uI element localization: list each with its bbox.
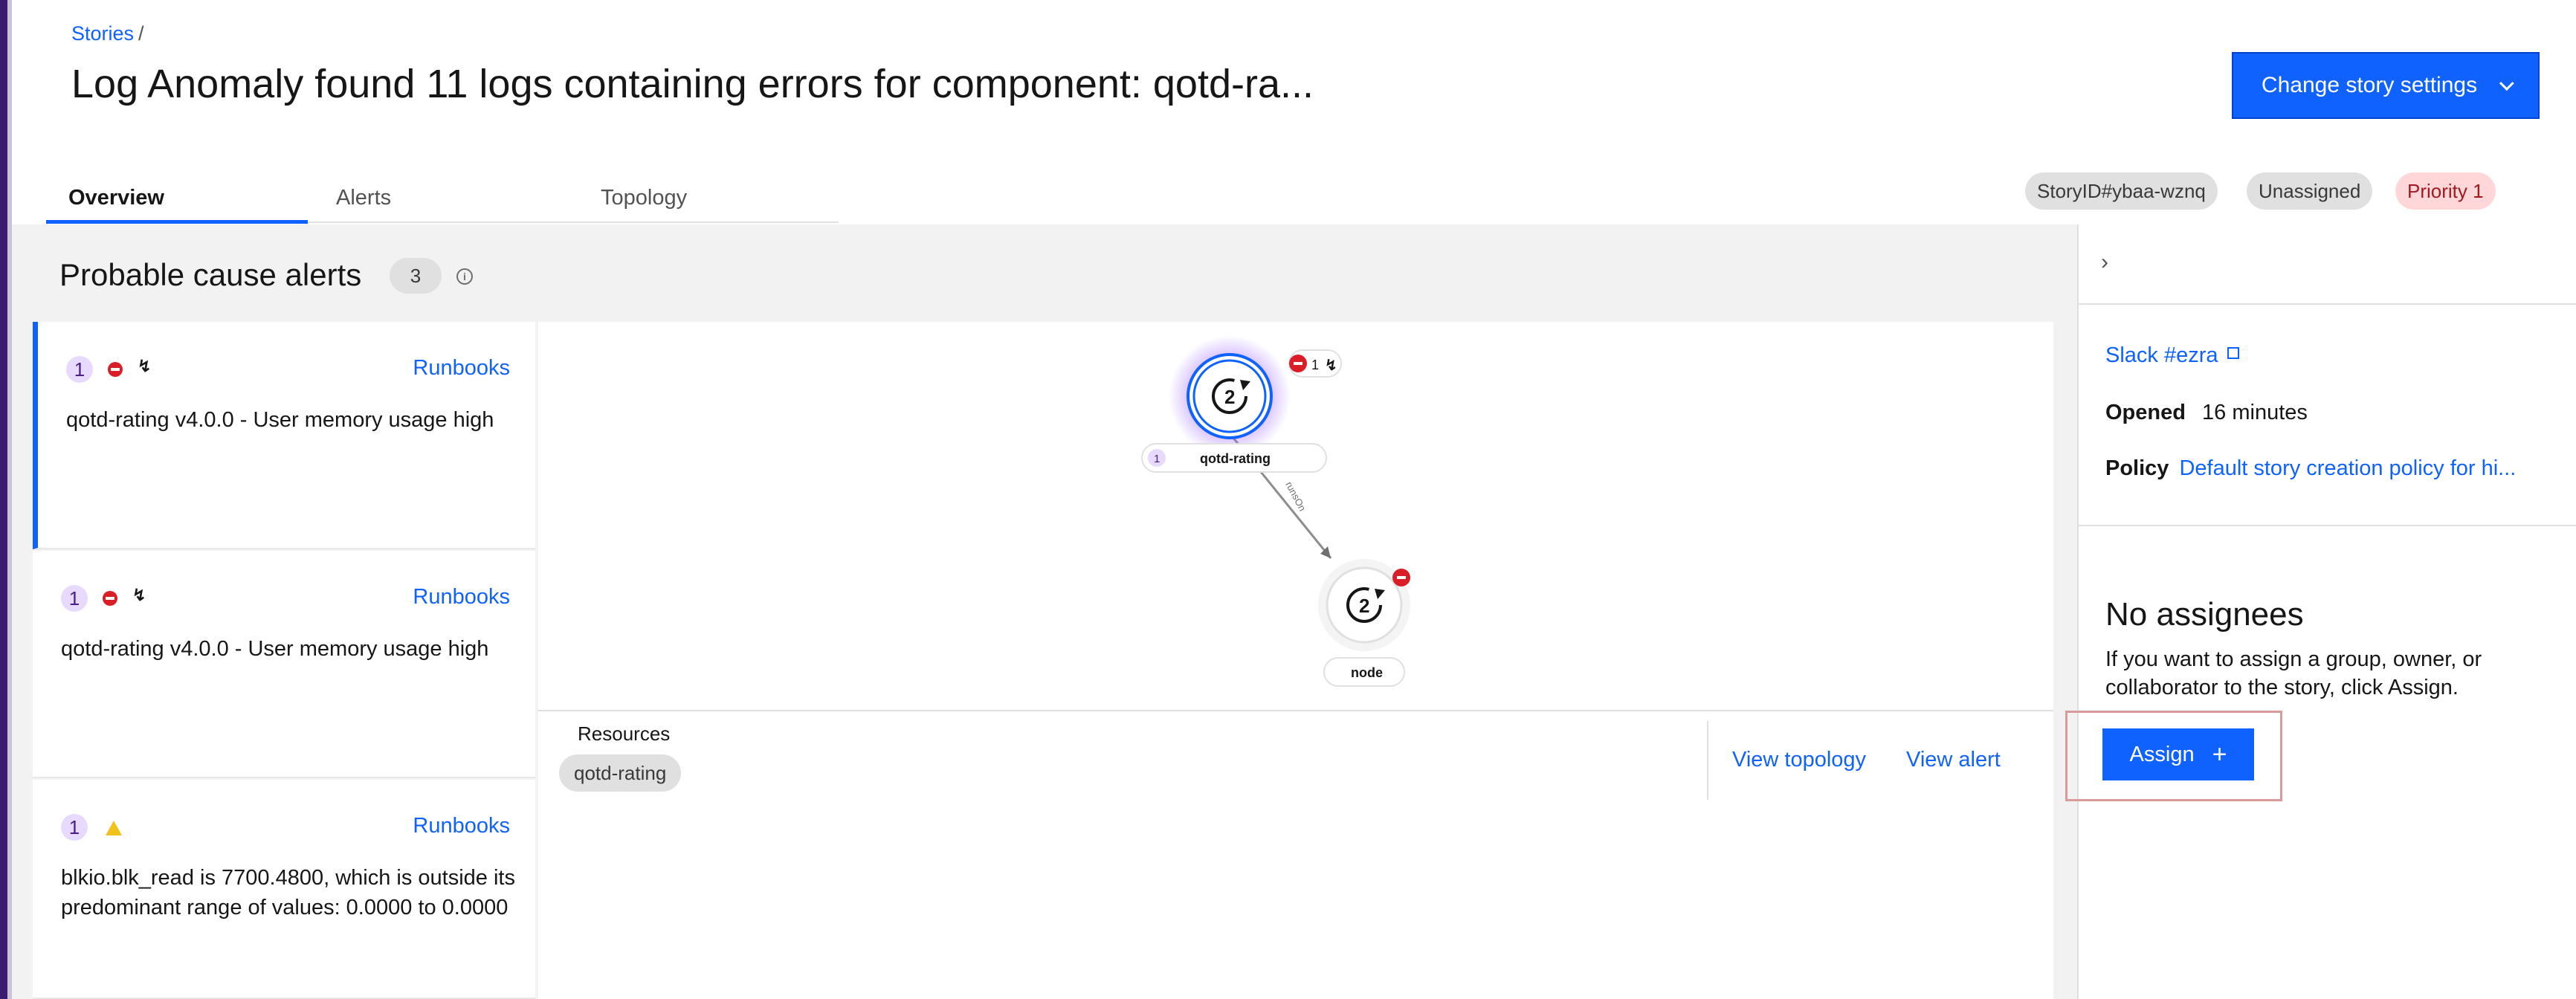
slack-channel-label: Slack #ezra — [2105, 343, 2218, 367]
node-label: node — [1351, 665, 1383, 680]
assign-button[interactable]: Assign + — [2102, 728, 2254, 780]
panel-divider — [2079, 525, 2576, 526]
node-label: qotd-rating — [1200, 451, 1271, 466]
warning-icon — [106, 821, 122, 835]
info-icon[interactable]: i — [456, 268, 473, 285]
slack-channel-link[interactable]: Slack #ezra — [2105, 343, 2239, 368]
tab-alerts[interactable]: Alerts — [336, 171, 391, 224]
resource-tag[interactable]: qotd-rating — [559, 754, 682, 792]
tab-divider — [308, 222, 839, 223]
opened-row: Opened 16 minutes — [2105, 401, 2308, 425]
rank-badge: 1 — [66, 356, 93, 383]
breadcrumb-stories-link[interactable]: Stories — [71, 22, 134, 45]
node-glyph: 2 — [1359, 595, 1369, 617]
resources-label: Resources — [578, 722, 671, 745]
left-edge-strip — [0, 0, 7, 999]
plus-icon: + — [2212, 740, 2227, 769]
opened-label: Opened — [2105, 401, 2186, 424]
node-rank-text: 1 — [1154, 453, 1160, 465]
lightning-icon: ↯ — [132, 586, 146, 604]
topology-node-node[interactable]: 2 node — [1318, 559, 1410, 687]
alert-card[interactable]: 1 ↯ Runbooks qotd-rating v4.0.0 - User m… — [33, 551, 535, 778]
chevron-right-icon[interactable]: › — [2101, 250, 2108, 275]
external-link-icon — [2227, 347, 2239, 359]
alert-description: blkio.blk_read is 7700.4800, which is ou… — [61, 866, 515, 919]
assign-button-label: Assign — [2129, 742, 2195, 766]
tab-topology[interactable]: Topology — [601, 171, 687, 224]
node-alert-count: 1 — [1311, 358, 1319, 372]
opened-value: 16 minutes — [2202, 401, 2308, 424]
probable-cause-count-badge: 3 — [390, 258, 442, 294]
assignment-status-tag: Unassigned — [2247, 172, 2373, 210]
rank-badge: 1 — [61, 814, 88, 841]
alert-description: qotd-rating v4.0.0 - User memory usage h… — [61, 637, 489, 661]
lightning-icon: ↯ — [1325, 358, 1337, 374]
alert-card[interactable]: 1 ↯ Runbooks qotd-rating v4.0.0 - User m… — [33, 322, 535, 549]
tab-bar: Overview Alerts Topology — [46, 171, 839, 224]
runbooks-link[interactable]: Runbooks — [413, 814, 510, 838]
node-glyph: 2 — [1224, 386, 1235, 408]
topology-canvas: runsOn 2 1 ↯ 1 qotd-rating 2 node — [1141, 335, 1410, 687]
panel-divider — [2079, 303, 2576, 305]
lightning-icon: ↯ — [138, 357, 152, 375]
tab-overview[interactable]: Overview — [68, 171, 164, 224]
topology-graph[interactable]: runsOn 2 1 ↯ 1 qotd-rating 2 node — [538, 322, 2053, 710]
no-assignees-title: No assignees — [2105, 596, 2304, 633]
critical-severity-icon-bar — [1397, 576, 1406, 579]
edge-label: runsOn — [1283, 479, 1308, 513]
runbooks-link[interactable]: Runbooks — [413, 356, 510, 381]
policy-label: Policy — [2105, 456, 2169, 480]
active-tab-indicator — [46, 220, 308, 224]
resources-divider — [1707, 721, 1708, 800]
view-alert-link[interactable]: View alert — [1906, 748, 2001, 772]
priority-tag: Priority 1 — [2395, 172, 2496, 210]
breadcrumb-separator: / — [138, 22, 144, 45]
policy-row: Policy Default story creation policy for … — [2105, 456, 2566, 481]
runbooks-link[interactable]: Runbooks — [413, 585, 510, 610]
view-topology-link[interactable]: View topology — [1732, 748, 1866, 772]
no-assignees-description: If you want to assign a group, owner, or… — [2105, 647, 2482, 699]
critical-severity-icon — [103, 591, 117, 606]
story-id-tag: StoryID#ybaa-wznq — [2025, 172, 2218, 210]
rank-badge: 1 — [61, 585, 88, 612]
alert-description: qotd-rating v4.0.0 - User memory usage h… — [66, 408, 494, 432]
chevron-down-icon — [2499, 76, 2514, 91]
alert-card[interactable]: 1 Runbooks blkio.blk_read is 7700.4800, … — [33, 780, 535, 999]
probable-cause-title: Probable cause alerts — [59, 257, 362, 292]
policy-link[interactable]: Default story creation policy for hi... — [2179, 456, 2516, 480]
critical-severity-icon — [108, 362, 123, 377]
change-story-settings-label: Change story settings — [2261, 73, 2478, 97]
topology-node-qotd-rating[interactable]: 2 1 ↯ 1 qotd-rating — [1141, 335, 1342, 473]
change-story-settings-button[interactable]: Change story settings — [2232, 52, 2540, 119]
page-title: Log Anomaly found 11 logs containing err… — [71, 62, 1314, 106]
critical-severity-icon-bar — [1294, 362, 1302, 365]
breadcrumb: Stories / — [71, 22, 144, 45]
